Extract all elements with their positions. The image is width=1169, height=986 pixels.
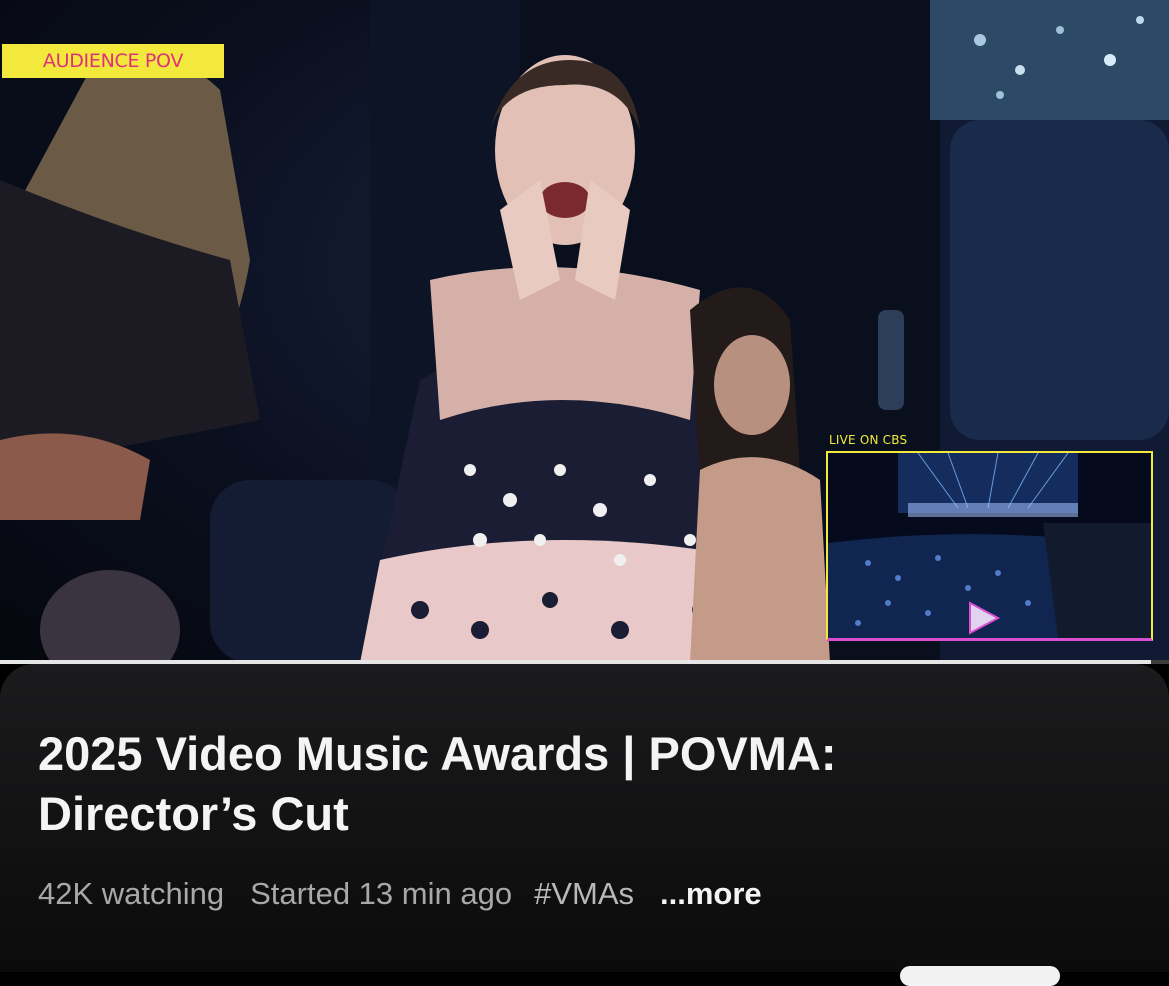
video-player[interactable]: AUDIENCE POV LIVE ON CBS [0,0,1169,663]
video-meta-row: 42K watching Started 13 min ago #VMAs ..… [38,874,762,914]
bottom-pill-button[interactable] [900,966,1060,986]
audience-pov-badge: AUDIENCE POV [2,44,224,78]
stage-feed [828,453,1151,638]
live-on-cbs-label: LIVE ON CBS [829,433,908,447]
video-title-line-2: Director’s Cut [38,787,349,840]
more-button[interactable]: ...more [660,876,762,912]
picture-in-picture [826,451,1153,641]
video-title-line-1: 2025 Video Music Awards | POVMA: [38,727,837,780]
video-title: 2025 Video Music Awards | POVMA: Directo… [38,724,1118,844]
start-time: Started 13 min ago [250,876,513,911]
viewer-count: 42K watching [38,876,225,911]
hashtag-link[interactable]: #VMAs [534,876,634,912]
